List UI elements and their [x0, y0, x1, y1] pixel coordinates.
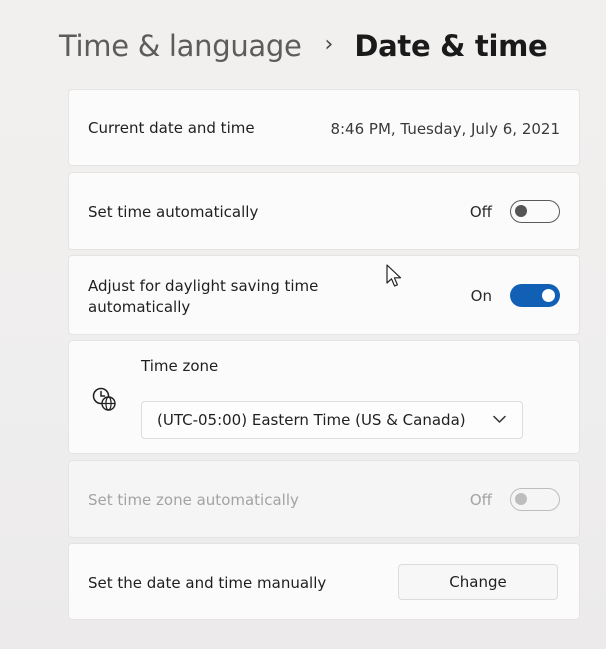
- set-time-automatically-toggle-group: Off: [470, 200, 560, 223]
- globe-clock-icon: [92, 387, 116, 411]
- toggle-knob: [542, 289, 555, 302]
- chevron-down-icon: [493, 415, 506, 423]
- current-datetime-label: Current date and time: [88, 119, 255, 137]
- daylight-saving-toggle[interactable]: [510, 284, 560, 307]
- set-time-zone-automatically-state: Off: [469, 490, 492, 509]
- current-datetime-card: Current date and time 8:46 PM, Tuesday, …: [68, 89, 580, 166]
- daylight-saving-label: Adjust for daylight saving time automati…: [88, 276, 318, 318]
- daylight-saving-label-line1: Adjust for daylight saving time: [88, 277, 319, 295]
- set-time-automatically-toggle[interactable]: [510, 200, 560, 223]
- mouse-cursor-icon: [386, 264, 402, 287]
- change-button[interactable]: Change: [398, 564, 558, 600]
- set-time-automatically-card: Set time automatically Off: [68, 172, 580, 250]
- toggle-knob: [515, 205, 527, 217]
- manual-datetime-card: Set the date and time manually Change: [68, 543, 580, 620]
- set-time-zone-automatically-toggle-group: Off: [470, 488, 560, 511]
- manual-datetime-label: Set the date and time manually: [88, 574, 327, 592]
- time-zone-card: Time zone (UTC-05:00) Eastern Time (US &…: [68, 340, 580, 454]
- daylight-saving-card: Adjust for daylight saving time automati…: [68, 255, 580, 335]
- page-title: Date & time: [354, 29, 548, 63]
- daylight-saving-state: On: [470, 286, 492, 305]
- time-zone-dropdown[interactable]: (UTC-05:00) Eastern Time (US & Canada): [141, 401, 523, 439]
- set-time-automatically-state: Off: [469, 202, 492, 221]
- time-zone-label: Time zone: [141, 357, 219, 375]
- set-time-zone-automatically-toggle: [510, 488, 560, 511]
- breadcrumb-parent-time-language[interactable]: Time & language: [59, 29, 302, 63]
- toggle-knob: [515, 493, 527, 505]
- time-zone-selected-value: (UTC-05:00) Eastern Time (US & Canada): [157, 411, 466, 429]
- set-time-zone-automatically-label: Set time zone automatically: [88, 491, 299, 509]
- daylight-saving-toggle-group: On: [471, 284, 560, 307]
- breadcrumb: Time & language › Date & time: [59, 26, 548, 66]
- set-time-automatically-label: Set time automatically: [88, 203, 259, 221]
- daylight-saving-label-line2: automatically: [88, 298, 191, 316]
- set-time-zone-automatically-card: Set time zone automatically Off: [68, 460, 580, 538]
- current-datetime-value: 8:46 PM, Tuesday, July 6, 2021: [330, 120, 560, 138]
- breadcrumb-separator-chevron-icon: ›: [324, 31, 334, 57]
